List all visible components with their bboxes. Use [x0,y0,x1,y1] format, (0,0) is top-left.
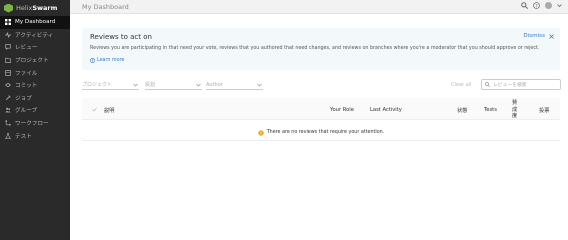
clear-all-button[interactable]: Clear all [451,82,472,88]
close-icon [549,33,554,39]
sidebar-item-dashboard[interactable]: My Dashboard [0,16,70,29]
project-filter-label: プロジェクト [82,82,113,88]
chevron-down-icon[interactable] [557,3,562,8]
helix-swarm-logo-icon [4,3,13,13]
approval-header-char: 賛 [512,100,518,106]
sidebar-item-label: テスト [15,133,32,140]
author-filter-label: Author [206,81,223,88]
column-header-approval[interactable]: 賛 成 度 [512,100,517,120]
help-circle-icon [90,58,95,63]
sidebar-item-label: グループ [15,108,38,115]
approval-header-char: 度 [512,113,518,119]
project-icon [5,57,11,63]
top-actions: ? [521,2,562,9]
sidebar-item-label: ジョブ [15,95,32,102]
author-filter[interactable]: Author [206,80,263,90]
sidebar-item-jobs[interactable]: ジョブ [0,92,70,105]
page-title: My Dashboard [82,2,129,11]
column-header-tests[interactable]: Tests [484,107,497,113]
sidebar-item-label: アクティビティ [15,32,54,39]
chevron-down-icon [196,83,201,87]
logo[interactable]: HelixSwarm [0,0,70,16]
learn-more-label: Learn more [97,58,125,63]
empty-state-row: There are no reviews that require your a… [82,125,560,141]
sidebar: HelixSwarm My Dashboard アクティビティ レビュー プロジ… [0,0,70,240]
chevron-down-icon [133,83,138,87]
help-icon[interactable]: ? [533,2,540,9]
commit-icon [5,83,11,88]
sidebar-item-label: プロジェクト [15,58,49,65]
column-header-last-activity[interactable]: Last Activity [370,107,402,113]
sidebar-item-tests[interactable]: テスト [0,129,70,142]
top-bar: My Dashboard ? [70,0,568,14]
project-filter[interactable]: プロジェクト [82,80,139,90]
activity-icon [5,32,11,38]
sidebar-item-label: ワークフロー [15,121,49,128]
dismiss-label: Dismiss [523,33,545,39]
check-column-icon [92,107,97,114]
sidebar-item-reviews[interactable]: レビュー [0,41,70,54]
brand-prefix: Helix [16,4,33,12]
sidebar-item-label: レビュー [15,45,38,52]
search-placeholder: レビューを検索 [493,83,527,88]
dismiss-button[interactable]: Dismiss [523,33,554,39]
sidebar-item-label: My Dashboard [15,19,56,26]
banner-description: Reviews you are participating in that ne… [90,46,540,51]
sidebar-item-groups[interactable]: グループ [0,104,70,117]
reviews-table-header: 説明 Your Role Last Activity 状態 Tests 賛 成 … [82,98,560,120]
search-icon[interactable] [521,2,528,9]
search-icon [485,82,490,87]
job-icon [5,95,11,100]
approval-header-char: 成 [512,106,518,113]
reviews-to-act-on-banner: Reviews to act on Dismiss Reviews you ar… [82,28,560,70]
group-icon [5,108,11,113]
column-header-votes[interactable]: 投票 [539,107,549,114]
sidebar-item-label: コミット [15,83,38,90]
empty-state-message: There are no reviews that require your a… [266,130,385,135]
chevron-down-icon [257,83,262,87]
filter-bar: プロジェクト 役割 Author Clear all レビューを検索 [82,79,561,91]
role-filter-label: 役割 [145,82,156,88]
column-header-description[interactable]: 説明 [104,107,114,114]
avatar[interactable] [545,2,552,9]
role-filter[interactable]: 役割 [145,80,202,90]
banner-title: Reviews to act on [90,33,152,41]
search-reviews-input[interactable]: レビューを検索 [481,79,561,90]
dashboard-icon [5,19,11,26]
review-icon [5,44,11,51]
file-icon [5,69,11,76]
column-header-your-role[interactable]: Your Role [330,107,354,113]
learn-more-link[interactable]: Learn more [90,58,124,63]
sidebar-item-files[interactable]: ファイル [0,66,70,79]
brand-name: Swarm [32,4,58,12]
sidebar-item-activity[interactable]: アクティビティ [0,29,70,42]
workflow-icon [5,120,11,126]
sidebar-item-label: ファイル [15,70,38,77]
sidebar-item-workflows[interactable]: ワークフロー [0,117,70,130]
column-header-status[interactable]: 状態 [457,107,467,114]
warning-icon [258,129,264,136]
sidebar-item-commits[interactable]: コミット [0,79,70,92]
sidebar-item-projects[interactable]: プロジェクト [0,54,70,67]
test-icon [5,132,11,139]
